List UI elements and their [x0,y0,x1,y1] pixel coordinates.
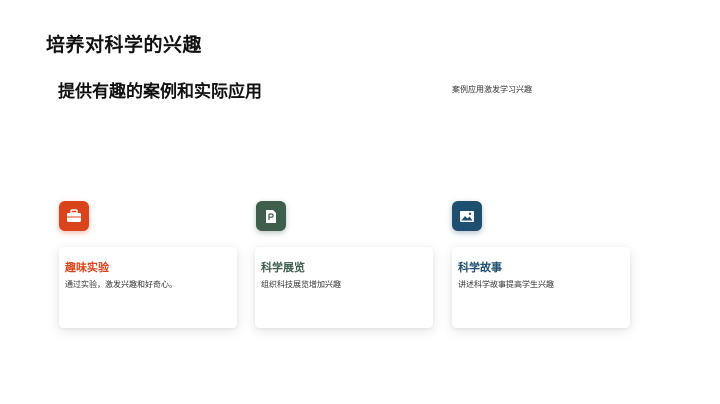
card-description: 通过实验，激发兴趣和好奇心。 [65,280,177,289]
side-note: 案例应用激发学习兴趣 [452,85,532,94]
card-title: 科学展览 [261,261,305,274]
slide-subtitle: 提供有趣的案例和实际应用 [58,82,262,102]
card-description: 讲述科学故事提高学生兴趣 [458,280,554,289]
card-description: 组织科技展览增加兴趣 [261,280,341,289]
briefcase-icon [59,201,89,231]
image-icon [452,201,482,231]
card-interesting-experiments: 趣味实验 通过实验，激发兴趣和好奇心。 [59,247,237,328]
card-title: 科学故事 [458,261,502,274]
card-title: 趣味实验 [65,261,109,274]
document-icon [256,201,286,231]
card-science-stories: 科学故事 讲述科学故事提高学生兴趣 [452,247,630,328]
slide-title: 培养对科学的兴趣 [46,34,203,56]
card-science-exhibition: 科学展览 组织科技展览增加兴趣 [255,247,433,328]
